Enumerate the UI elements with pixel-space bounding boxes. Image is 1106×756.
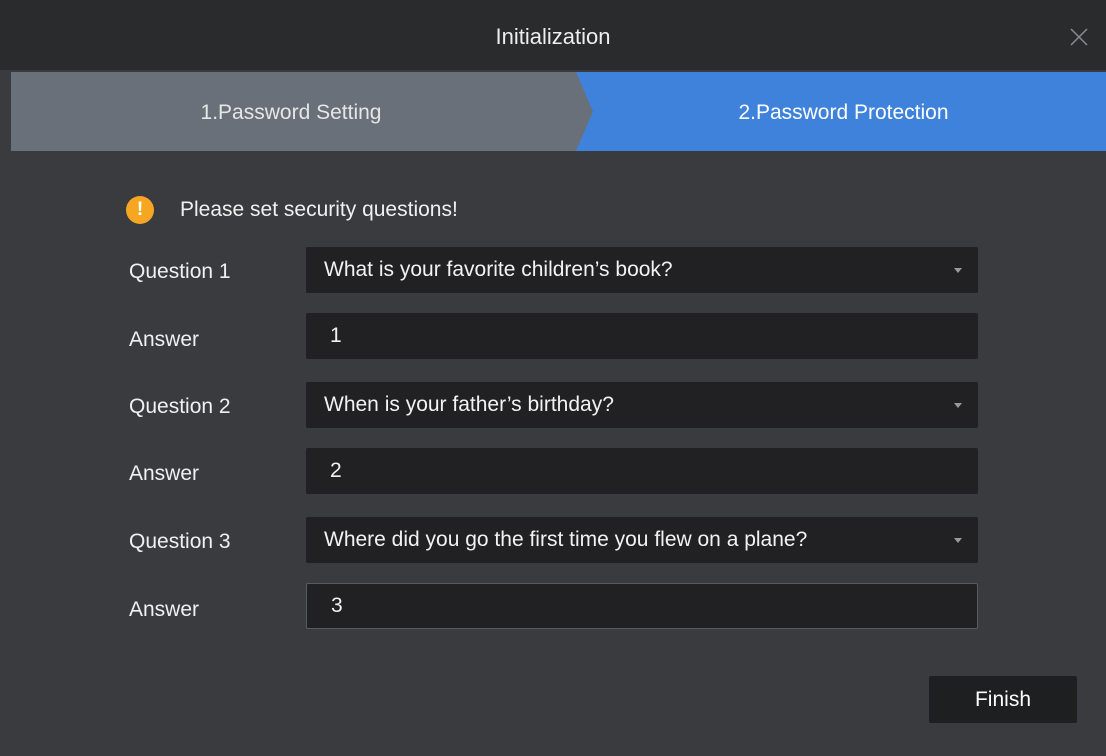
initialization-dialog: Initialization 1.Password Setting 2.Pass… (0, 0, 1106, 756)
close-icon[interactable] (1068, 26, 1090, 48)
question-1-label: Question 1 (129, 260, 231, 283)
notice-text: Please set security questions! (180, 198, 458, 221)
answer-3-input[interactable]: 3 (306, 583, 978, 629)
title-bar: Initialization (0, 0, 1106, 70)
question-2-select[interactable]: When is your father’s birthday? (306, 382, 978, 428)
question-2-value: When is your father’s birthday? (324, 393, 614, 416)
answer-3-value: 3 (331, 594, 343, 617)
finish-button[interactable]: Finish (929, 676, 1077, 723)
step-2-label: 2.Password Protection (738, 101, 949, 124)
answer-1-input[interactable]: 1 (306, 313, 978, 359)
question-1-value: What is your favorite children’s book? (324, 258, 673, 281)
question-3-select[interactable]: Where did you go the first time you flew… (306, 517, 978, 563)
answer-1-value: 1 (330, 324, 342, 347)
step-1-label: 1.Password Setting (200, 101, 382, 124)
answer-1-label: Answer (129, 328, 200, 351)
question-2-label: Question 2 (129, 395, 231, 418)
chevron-down-icon (954, 538, 962, 543)
chevron-down-icon (954, 268, 962, 273)
answer-2-input[interactable]: 2 (306, 448, 978, 494)
warning-icon: ! (126, 196, 154, 224)
question-3-label: Question 3 (129, 530, 231, 553)
step-progress: 1.Password Setting 2.Password Protection (11, 72, 1106, 151)
dialog-title: Initialization (495, 24, 611, 49)
question-3-value: Where did you go the first time you flew… (324, 528, 808, 551)
chevron-down-icon (954, 403, 962, 408)
question-1-select[interactable]: What is your favorite children’s book? (306, 247, 978, 293)
answer-2-label: Answer (129, 462, 200, 485)
answer-2-value: 2 (330, 459, 342, 482)
answer-3-label: Answer (129, 598, 200, 621)
